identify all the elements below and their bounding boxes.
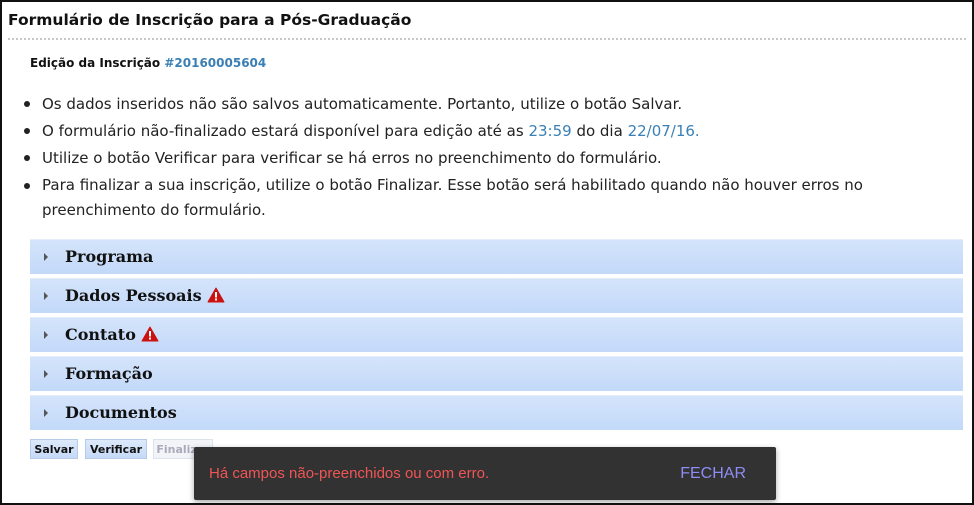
registration-number: #20160005604 xyxy=(164,56,267,70)
verify-button[interactable]: Verificar xyxy=(85,439,147,459)
section-formacao[interactable]: Formação xyxy=(30,356,963,391)
title-divider xyxy=(8,38,966,40)
save-button[interactable]: Salvar xyxy=(30,439,78,459)
section-label: Documentos xyxy=(65,403,177,422)
list-item: Os dados inseridos não são salvos automa… xyxy=(20,91,910,118)
section-label: Programa xyxy=(65,247,154,266)
registration-edit-line: Edição da Inscrição #20160005604 xyxy=(30,56,266,70)
instruction-deadline-mid: do dia xyxy=(571,122,628,140)
section-contato[interactable]: Contato xyxy=(30,317,963,352)
section-label: Dados Pessoais xyxy=(65,286,225,305)
form-sections: Programa Dados Pessoais Contato Formação… xyxy=(30,239,963,434)
instruction-finish-line2: preenchimento do formulário. xyxy=(42,201,266,219)
expand-arrow-icon xyxy=(44,292,48,300)
section-dados-pessoais[interactable]: Dados Pessoais xyxy=(30,278,963,313)
instruction-finish-line1: Para finalizar a sua inscrição, utilize … xyxy=(42,176,863,194)
edit-label: Edição da Inscrição xyxy=(30,56,161,70)
warning-icon xyxy=(141,326,159,342)
section-documentos[interactable]: Documentos xyxy=(30,395,963,430)
deadline-date: 22/07/16. xyxy=(627,122,700,140)
deadline-time: 23:59 xyxy=(528,122,572,140)
section-label: Formação xyxy=(65,364,153,383)
instruction-save: Os dados inseridos não são salvos automa… xyxy=(42,95,683,113)
warning-icon xyxy=(207,287,225,303)
expand-arrow-icon xyxy=(44,331,48,339)
section-label: Contato xyxy=(65,325,159,344)
instructions-list: Os dados inseridos não são salvos automa… xyxy=(20,91,910,223)
page-title: Formulário de Inscrição para a Pós-Gradu… xyxy=(8,11,412,29)
instruction-deadline-text: O formulário não-finalizado estará dispo… xyxy=(42,122,529,140)
instruction-verify: Utilize o botão Verificar para verificar… xyxy=(42,149,662,167)
expand-arrow-icon xyxy=(44,370,48,378)
snackbar-message: Há campos não-preenchidos ou com erro. xyxy=(209,465,490,482)
form-window: Formulário de Inscrição para a Pós-Gradu… xyxy=(0,0,974,505)
snackbar-close-button[interactable]: FECHAR xyxy=(680,465,746,483)
expand-arrow-icon xyxy=(44,409,48,417)
list-item: Utilize o botão Verificar para verificar… xyxy=(20,145,910,172)
list-item: Para finalizar a sua inscrição, utilize … xyxy=(20,173,910,223)
error-snackbar: Há campos não-preenchidos ou com erro. F… xyxy=(194,447,776,500)
section-programa[interactable]: Programa xyxy=(30,239,963,274)
list-item: O formulário não-finalizado estará dispo… xyxy=(20,118,910,145)
expand-arrow-icon xyxy=(44,253,48,261)
